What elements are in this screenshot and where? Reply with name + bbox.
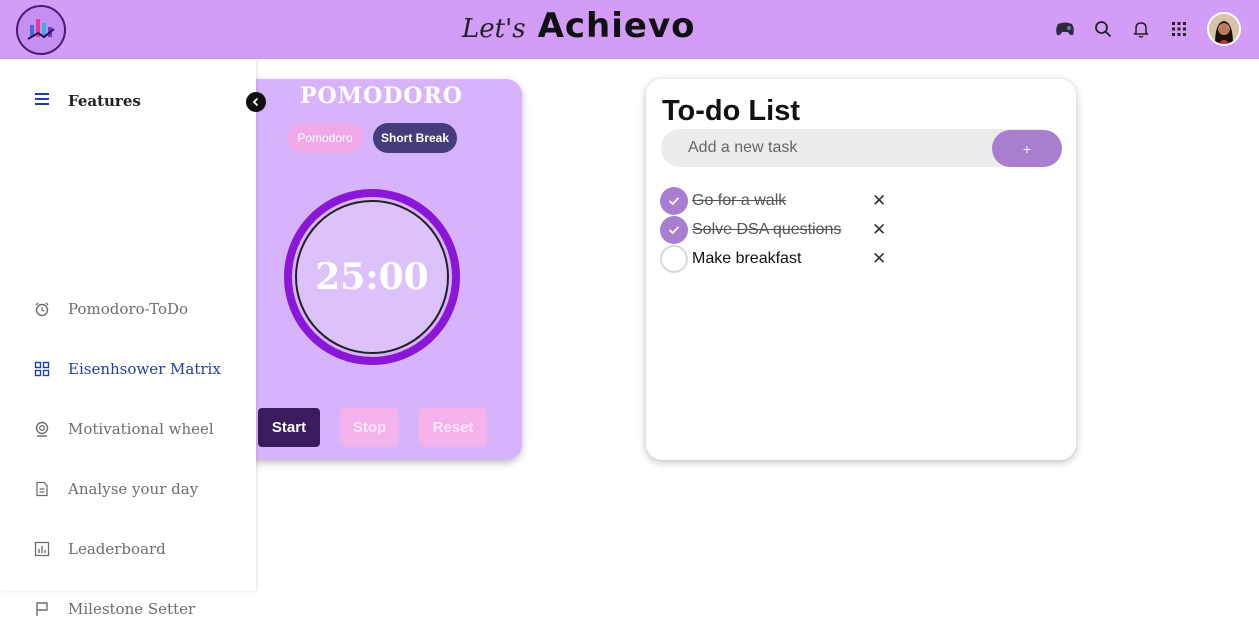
sidebar-item-label: Motivational wheel xyxy=(68,420,214,438)
header-actions xyxy=(1055,12,1241,46)
chevron-left-icon xyxy=(252,97,259,107)
search-icon[interactable] xyxy=(1093,19,1113,39)
brand-name: Achievo xyxy=(537,6,696,46)
task-checkbox-checked[interactable] xyxy=(660,187,688,215)
sidebar-item-motivational-wheel[interactable]: Motivational wheel xyxy=(34,399,221,459)
sidebar-item-analyse-your-day[interactable]: Analyse your day xyxy=(34,459,221,519)
task-checkbox-checked[interactable] xyxy=(660,216,688,244)
sidebar-header: Features xyxy=(34,92,141,110)
remove-task-button[interactable]: ✕ xyxy=(872,249,886,269)
alarm-clock-icon xyxy=(35,302,49,317)
avatar[interactable] xyxy=(1207,12,1241,46)
todo-title: To-do List xyxy=(662,95,800,127)
flag-icon xyxy=(36,602,48,616)
gamepad-icon[interactable] xyxy=(1055,19,1075,39)
sidebar-item-label: Pomodoro-ToDo xyxy=(68,300,189,318)
sidebar-item-label: Milestone Setter xyxy=(68,600,196,618)
brand-script: Let's xyxy=(462,14,526,44)
grid-icon xyxy=(34,361,50,377)
bar-chart-icon xyxy=(34,541,50,557)
timer-ring: 25:00 xyxy=(284,189,460,365)
sidebar-collapse-button[interactable] xyxy=(246,92,266,112)
brand-title: Let's Achievo xyxy=(462,6,696,50)
check-icon xyxy=(668,197,680,206)
list-item: Go for a walk ✕ xyxy=(660,187,886,215)
sidebar-item-leaderboard[interactable]: Leaderboard xyxy=(34,519,221,579)
remove-task-button[interactable]: ✕ xyxy=(872,220,886,240)
sidebar-item-label: Analyse your day xyxy=(68,480,199,498)
start-button[interactable]: Start xyxy=(258,408,320,447)
webcam-icon xyxy=(35,421,49,437)
check-icon xyxy=(668,226,680,235)
timer-display: 25:00 xyxy=(315,256,429,298)
list-item: Solve DSA questions ✕ xyxy=(660,216,886,244)
pomodoro-mode-button[interactable]: Pomodoro xyxy=(287,123,363,153)
sidebar-heading: Features xyxy=(68,92,141,110)
chart-logo-icon xyxy=(21,10,61,50)
sidebar-item-pomodoro-todo[interactable]: Pomodoro-ToDo xyxy=(34,279,221,339)
todo-card: To-do List + Go for a walk ✕ Solve DSA q… xyxy=(646,79,1076,460)
sidebar-nav: Pomodoro-ToDo Eisenhsower Matrix Motivat… xyxy=(34,279,221,639)
short-break-mode-button[interactable]: Short Break xyxy=(373,123,457,153)
stop-button[interactable]: Stop xyxy=(340,408,399,447)
sidebar-item-label: Leaderboard xyxy=(68,540,166,558)
remove-task-button[interactable]: ✕ xyxy=(872,191,886,211)
user-avatar-icon xyxy=(1209,14,1239,44)
apps-grid-icon[interactable] xyxy=(1169,19,1189,39)
sidebar-item-label: Eisenhsower Matrix xyxy=(68,360,221,378)
pomodoro-title: POMODORO xyxy=(300,83,463,109)
list-item: Make breakfast ✕ xyxy=(660,245,886,273)
task-text: Solve DSA questions xyxy=(692,221,842,238)
task-text: Make breakfast xyxy=(692,250,802,267)
bell-icon[interactable] xyxy=(1131,19,1151,39)
reset-button[interactable]: Reset xyxy=(419,408,487,447)
top-app-bar: Let's Achievo xyxy=(0,0,1259,59)
add-task-button[interactable]: + xyxy=(992,130,1062,167)
sidebar-item-eisenhower-matrix[interactable]: Eisenhsower Matrix xyxy=(34,339,221,399)
sidebar: Features Pomodoro-ToDo Eisenhsower Matri… xyxy=(0,59,256,618)
pomodoro-card: POMODORO Pomodoro Short Break 25:00 Star… xyxy=(222,79,522,460)
app-logo[interactable] xyxy=(16,5,66,55)
document-icon xyxy=(36,481,48,497)
timer-face: 25:00 xyxy=(295,200,449,354)
task-checkbox-unchecked[interactable] xyxy=(660,245,688,273)
sidebar-item-milestone-setter[interactable]: Milestone Setter xyxy=(34,579,221,639)
task-text: Go for a walk xyxy=(692,192,787,209)
menu-icon[interactable] xyxy=(34,92,50,110)
